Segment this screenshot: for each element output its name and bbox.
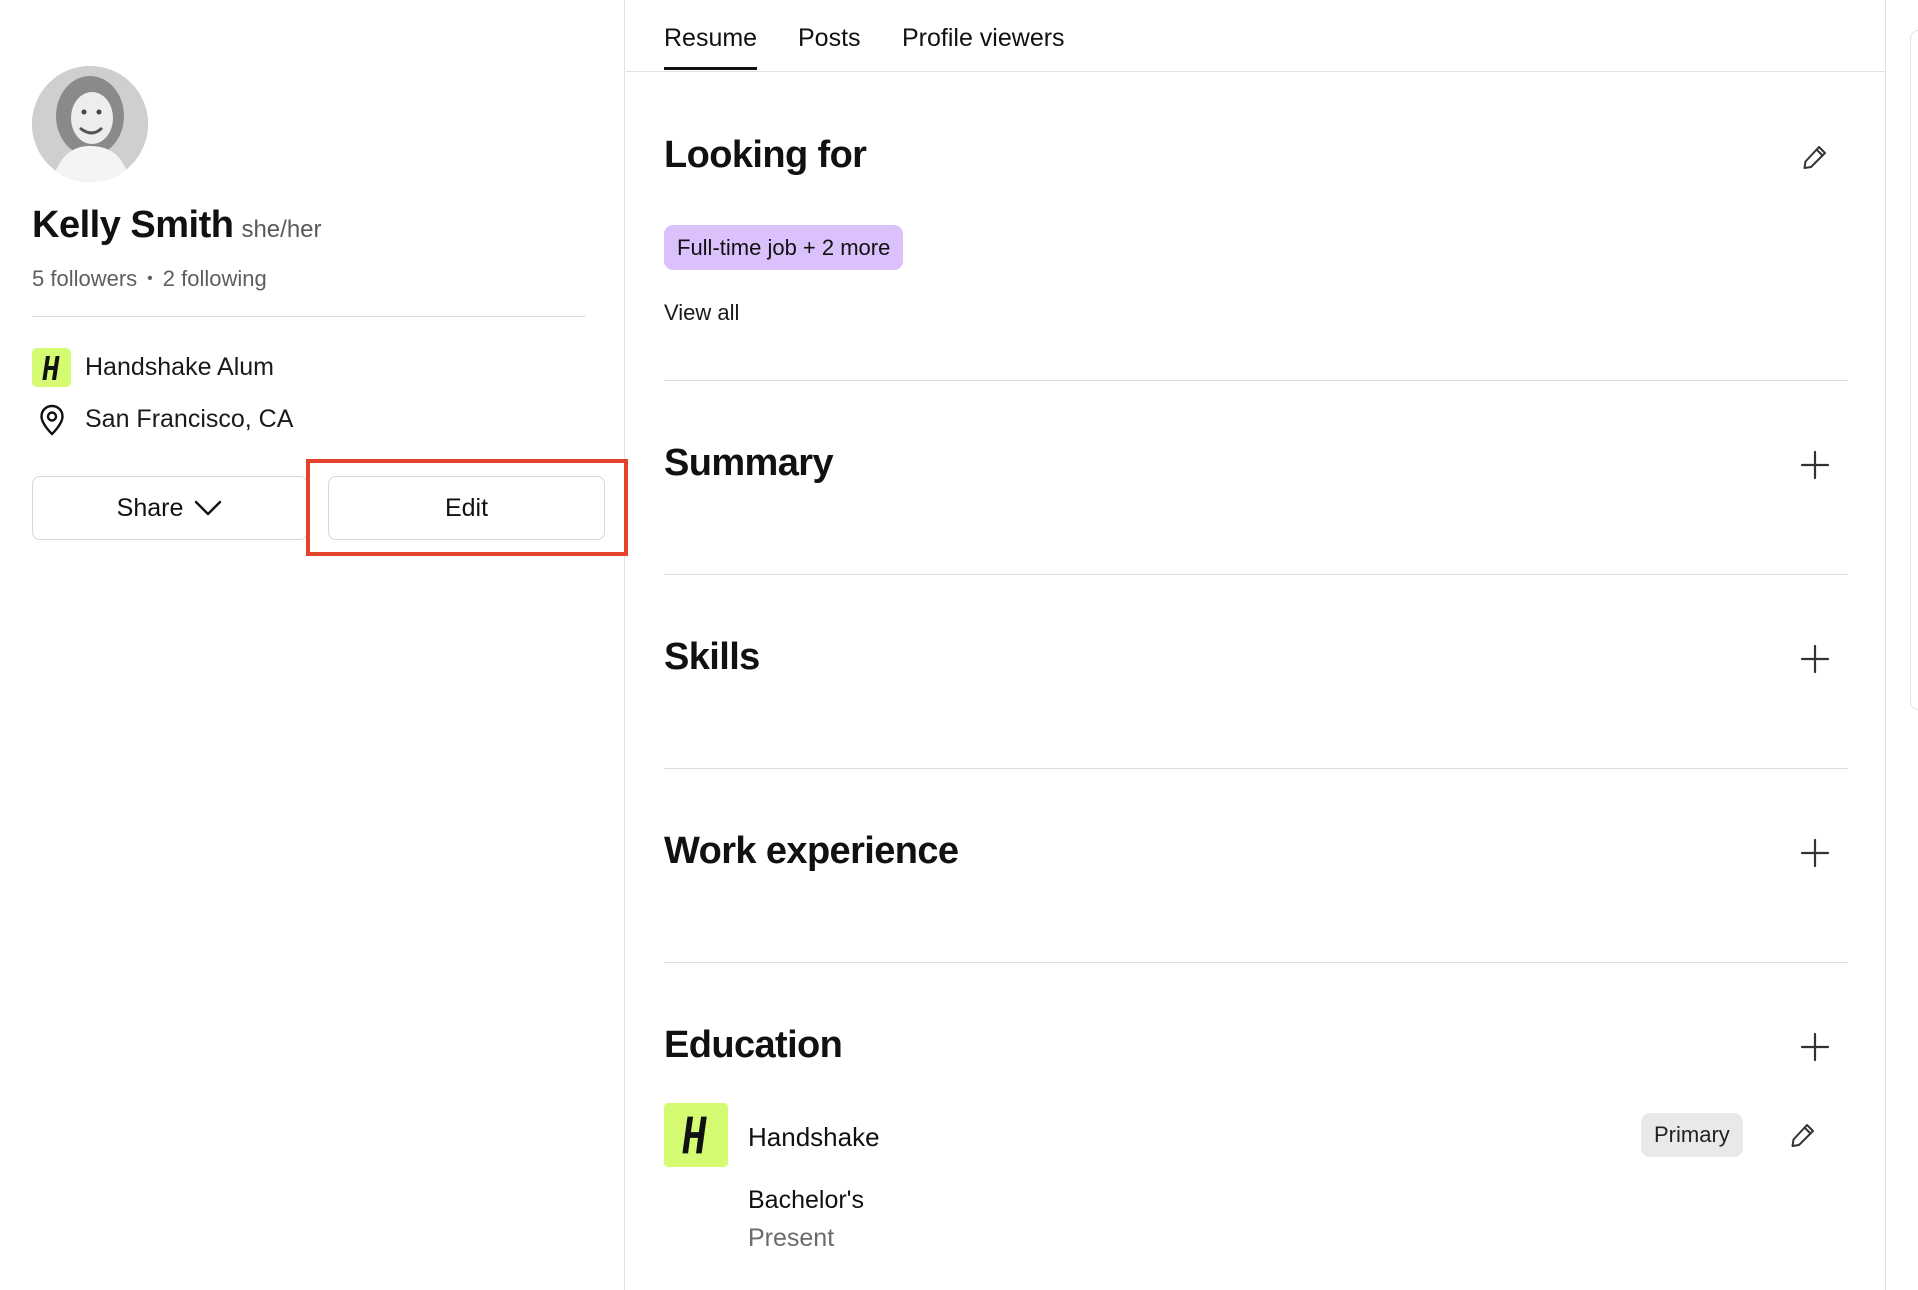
followers-count[interactable]: 5 followers [32,266,137,292]
profile-tabs: Resume Posts Profile viewers [626,0,1886,72]
side-panel-edge [1910,30,1918,710]
divider [32,316,586,317]
tab-resume[interactable]: Resume [664,24,758,70]
add-work-experience-button[interactable] [1794,832,1836,874]
school-logo-h-icon [664,1103,728,1167]
education-school: Handshake [748,1122,880,1152]
section-divider [664,574,1848,575]
add-skills-button[interactable] [1794,638,1836,680]
view-all-link[interactable]: View all [664,300,739,326]
follow-stats: 5 followers • 2 following [32,266,267,292]
edit-profile-button[interactable]: Edit [328,476,605,540]
profile-content: Resume Posts Profile viewers Looking for… [626,0,1886,1290]
share-label: Share [116,493,184,522]
education-degree: Bachelor's [748,1186,864,1214]
primary-badge: Primary [1641,1113,1743,1157]
pencil-icon [1803,146,1826,169]
section-divider [664,380,1848,381]
profile-name-row: Kelly Smith she/her [32,204,322,247]
location-row: San Francisco, CA [32,400,293,439]
avatar[interactable] [32,66,148,182]
plus-icon [1800,644,1830,674]
tab-posts[interactable]: Posts [798,24,861,53]
h-logo-icon [32,348,71,387]
location-pin-icon [32,400,71,439]
education-title: Education [664,1024,843,1066]
separator-dot: • [147,270,153,287]
affiliation-text: Handshake Alum [85,353,275,381]
pencil-icon [1791,1124,1814,1147]
skills-title: Skills [664,636,760,678]
section-divider [664,768,1848,769]
summary-title: Summary [664,442,834,484]
tab-profile-viewers[interactable]: Profile viewers [902,24,1065,53]
education-edit-button[interactable] [1782,1114,1824,1156]
work-experience-title: Work experience [664,830,959,872]
location-text: San Francisco, CA [85,405,294,433]
profile-sidebar: Kelly Smith she/her 5 followers • 2 foll… [0,0,628,1290]
plus-icon [1800,450,1830,480]
chevron-down-icon [195,500,222,516]
following-count[interactable]: 2 following [163,266,267,292]
affiliation-row: Handshake Alum [32,348,274,387]
looking-for-pill[interactable]: Full-time job + 2 more [664,225,904,270]
edit-label: Edit [444,493,489,522]
share-button[interactable]: Share [32,476,308,540]
profile-name: Kelly Smith [32,204,234,246]
add-summary-button[interactable] [1794,444,1836,486]
plus-icon [1800,1032,1830,1062]
add-education-button[interactable] [1794,1026,1836,1068]
looking-for-title: Looking for [664,134,867,176]
avatar-photo-icon [32,66,148,182]
education-date: Present [748,1224,835,1252]
plus-icon [1800,838,1830,868]
looking-for-edit-button[interactable] [1794,136,1836,178]
profile-pronouns: she/her [241,216,322,243]
section-divider [664,962,1848,963]
